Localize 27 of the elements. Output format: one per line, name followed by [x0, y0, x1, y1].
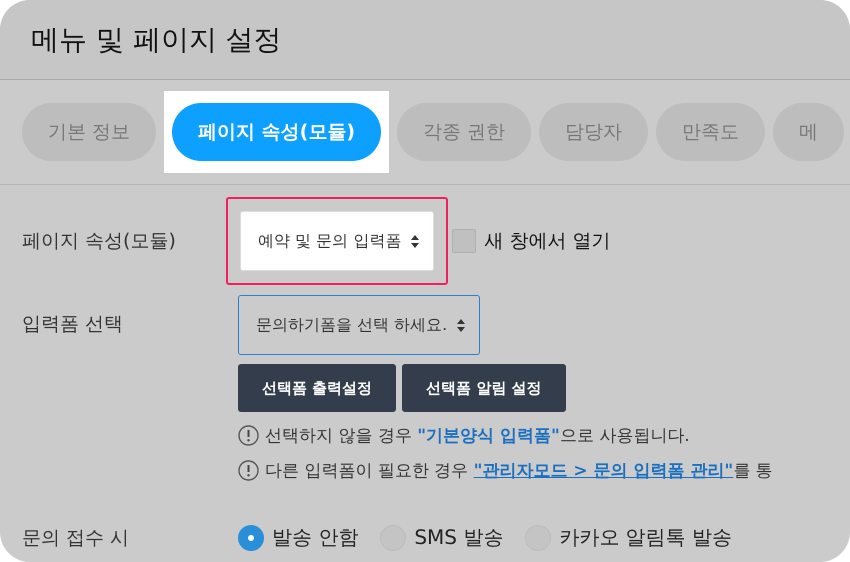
radio-button[interactable]: [238, 524, 264, 550]
settings-button[interactable]: 선택폼 알림 설정: [402, 364, 566, 412]
window-title: 메뉴 및 페이지 설정: [31, 22, 282, 58]
checkbox[interactable]: [452, 229, 476, 253]
tab[interactable]: 각종 권한: [397, 103, 532, 161]
field-label: 페이지 속성(모듈): [22, 229, 177, 254]
module-select[interactable]: 예약 및 문의 입력폼: [240, 211, 434, 271]
sort-caret-icon: [411, 234, 420, 248]
tab[interactable]: 담당자: [539, 103, 648, 161]
note-text: 선택하지 않을 경우 "기본양식 입력폼"으로 사용됩니다.: [265, 425, 690, 447]
radio-label: 발송 안함: [272, 524, 358, 551]
admin-link[interactable]: "관리자모드 > 문의 입력폼 관리": [474, 461, 734, 481]
exclamation-icon: [238, 425, 259, 446]
tab[interactable]: 메: [773, 103, 844, 161]
field-label: 입력폼 선택: [22, 312, 124, 337]
tab[interactable]: 기본 정보: [22, 103, 156, 161]
form-select[interactable]: 문의하기폼을 선택 하세요.: [238, 295, 480, 355]
checkbox-label: 새 창에서 열기: [484, 229, 610, 254]
tab[interactable]: 만족도: [656, 103, 766, 161]
tab[interactable]: 페이지 속성(모듈): [172, 103, 382, 161]
note-text: 다른 입력폼이 필요한 경우 "관리자모드 > 문의 입력폼 관리"를 통: [265, 460, 773, 482]
settings-button[interactable]: 선택폼 출력설정: [238, 364, 396, 412]
radio-label: SMS 발송: [414, 524, 504, 551]
sort-caret-icon: [457, 318, 466, 332]
field-label: 문의 접수 시: [22, 526, 130, 550]
radio-label: 카카오 알림톡 발송: [559, 524, 732, 551]
exclamation-icon: [238, 460, 259, 481]
